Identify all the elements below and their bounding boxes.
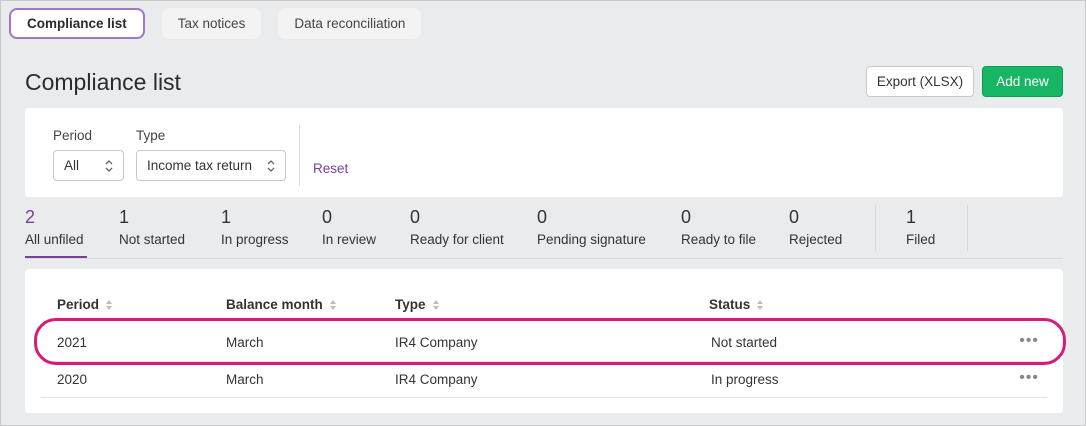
tab-tax-notices[interactable]: Tax notices xyxy=(161,8,262,39)
table-row[interactable]: 2021 March IR4 Company Not started ••• xyxy=(41,324,1047,361)
status-pending-signature[interactable]: 0 Pending signature xyxy=(537,205,646,247)
table-row[interactable]: 2020 March IR4 Company In progress ••• xyxy=(41,361,1047,398)
status-divider xyxy=(875,205,876,251)
export-xlsx-button[interactable]: Export (XLSX) xyxy=(866,66,974,97)
more-options-icon[interactable]: ••• xyxy=(1019,369,1039,387)
cell-balance-month: March xyxy=(226,335,264,350)
cell-status: Not started xyxy=(711,335,778,350)
status-summary-bar: 2 All unfiled 1 Not started 1 In progres… xyxy=(25,205,1063,259)
cell-balance-month: March xyxy=(226,372,264,387)
row-divider xyxy=(41,397,1047,398)
status-count: 0 xyxy=(789,207,800,227)
status-rejected[interactable]: 0 Rejected xyxy=(789,205,842,247)
cell-type: IR4 Company xyxy=(395,372,478,387)
cell-period: 2021 xyxy=(57,335,88,350)
status-label: Ready to file xyxy=(681,232,757,247)
sort-icon xyxy=(757,299,764,310)
type-select[interactable]: Income tax return xyxy=(136,150,286,181)
filters-panel: Period All Type Income tax return Reset xyxy=(25,108,1063,197)
type-select-value: Income tax return xyxy=(147,158,253,173)
column-header-balance-month[interactable]: Balance month xyxy=(226,297,337,312)
tab-data-reconciliation[interactable]: Data reconciliation xyxy=(278,8,422,39)
cell-period: 2020 xyxy=(57,372,88,387)
page-title: Compliance list xyxy=(25,69,181,95)
cell-status: In progress xyxy=(711,372,779,387)
status-label: Rejected xyxy=(789,232,843,247)
status-ready-for-client[interactable]: 0 Ready for client xyxy=(410,205,504,247)
column-header-label: Type xyxy=(395,297,426,312)
status-count: 0 xyxy=(410,207,421,227)
status-in-progress[interactable]: 1 In progress xyxy=(221,205,289,247)
cell-type: IR4 Company xyxy=(395,335,478,350)
column-header-status[interactable]: Status xyxy=(709,297,764,312)
more-options-icon[interactable]: ••• xyxy=(1019,332,1039,350)
status-all-unfiled[interactable]: 2 All unfiled xyxy=(25,205,87,259)
column-header-label: Period xyxy=(57,297,100,312)
status-count: 1 xyxy=(221,207,232,227)
status-count: 1 xyxy=(906,207,917,227)
status-filed[interactable]: 1 Filed xyxy=(906,205,935,247)
column-header-type[interactable]: Type xyxy=(395,297,440,312)
status-label: In review xyxy=(322,232,377,247)
type-filter-label: Type xyxy=(136,128,166,143)
add-new-button[interactable]: Add new xyxy=(982,66,1063,97)
sort-icon xyxy=(432,299,439,310)
status-count: 2 xyxy=(25,207,36,227)
updown-chevron-icon xyxy=(105,160,113,172)
tab-bar: Compliance list Tax notices Data reconci… xyxy=(9,8,438,39)
period-select[interactable]: All xyxy=(53,150,124,181)
sort-icon xyxy=(329,299,336,310)
status-not-started[interactable]: 1 Not started xyxy=(119,205,185,247)
sort-icon xyxy=(106,299,113,310)
compliance-table: Period Balance month Type Status 2021 Ma… xyxy=(25,269,1063,413)
status-in-review[interactable]: 0 In review xyxy=(322,205,376,247)
status-label: Pending signature xyxy=(537,232,646,247)
status-count: 0 xyxy=(322,207,333,227)
status-label: In progress xyxy=(221,232,289,247)
tab-compliance-list[interactable]: Compliance list xyxy=(9,8,145,39)
status-label: Ready for client xyxy=(410,232,504,247)
status-label: Not started xyxy=(119,232,186,247)
column-header-label: Status xyxy=(709,297,751,312)
status-divider xyxy=(967,205,968,251)
status-label: All unfiled xyxy=(25,232,84,247)
status-ready-to-file[interactable]: 0 Ready to file xyxy=(681,205,756,247)
status-label: Filed xyxy=(906,232,936,247)
status-count: 0 xyxy=(681,207,692,227)
period-select-value: All xyxy=(64,158,80,173)
status-bar-baseline xyxy=(25,258,1063,259)
column-header-period[interactable]: Period xyxy=(57,297,113,312)
filter-divider xyxy=(299,125,300,186)
column-header-label: Balance month xyxy=(226,297,323,312)
reset-link[interactable]: Reset xyxy=(313,161,348,176)
status-count: 0 xyxy=(537,207,548,227)
status-count: 1 xyxy=(119,207,130,227)
updown-chevron-icon xyxy=(267,160,275,172)
period-filter-label: Period xyxy=(53,128,93,143)
